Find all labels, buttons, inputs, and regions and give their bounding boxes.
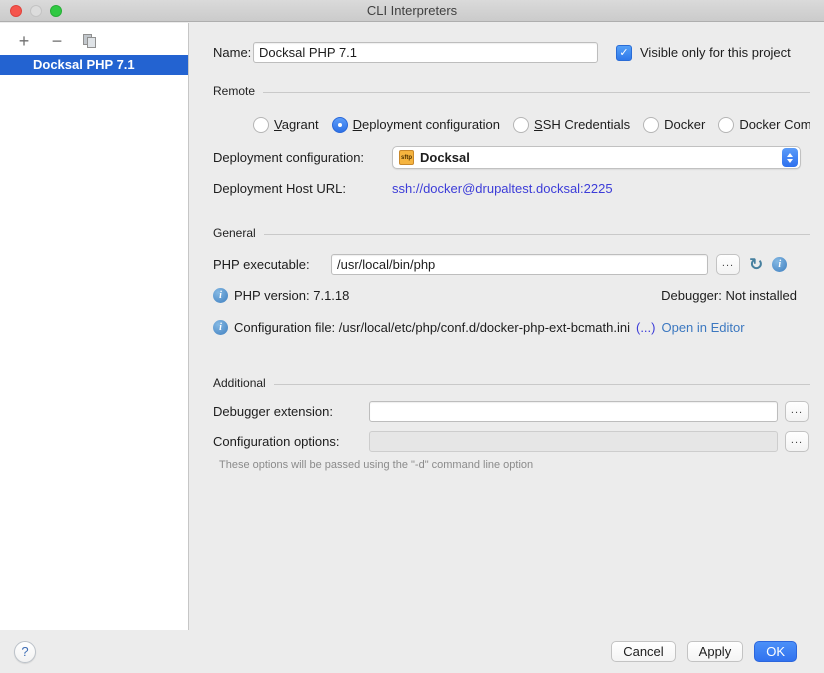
ok-button[interactable]: OK	[754, 641, 797, 662]
deployment-host-url-link[interactable]: ssh://docker@drupaltest.docksal:2225	[392, 181, 613, 196]
radio-docker-compose[interactable]: Docker Compose	[718, 117, 810, 133]
section-divider	[274, 384, 810, 385]
window-title: CLI Interpreters	[367, 3, 457, 18]
list-toolbar: + −	[0, 23, 188, 55]
section-divider	[264, 234, 810, 235]
debugger-status-text: Debugger: Not installed	[661, 288, 797, 303]
visible-only-label: Visible only for this project	[640, 45, 791, 60]
configuration-options-label: Configuration options:	[213, 434, 369, 449]
radio-selected-icon	[332, 117, 348, 133]
apply-button[interactable]: Apply	[687, 641, 744, 662]
remove-interpreter-button[interactable]: −	[49, 32, 65, 50]
copy-icon	[83, 34, 97, 49]
question-mark-icon: ?	[21, 644, 28, 659]
debugger-extension-input[interactable]	[369, 401, 778, 422]
interpreter-name: Docksal PHP 7.1	[33, 57, 135, 72]
configuration-options-browse-button[interactable]: ...	[785, 431, 809, 452]
radio-icon	[718, 117, 734, 133]
deployment-host-url-label: Deployment Host URL:	[213, 181, 392, 196]
info-icon: i	[213, 288, 228, 303]
dialog-footer: ? Cancel Apply OK	[0, 630, 824, 673]
zoom-window-icon[interactable]	[50, 5, 62, 17]
show-php-info-icon[interactable]: i	[772, 257, 787, 272]
plus-icon: +	[19, 33, 30, 49]
sftp-file-icon: sftp	[399, 150, 414, 165]
more-config-files-link[interactable]: (...)	[636, 320, 656, 335]
help-button[interactable]: ?	[14, 641, 36, 663]
name-input[interactable]	[253, 42, 598, 63]
name-label: Name:	[213, 45, 253, 60]
php-executable-input[interactable]	[331, 254, 708, 275]
deployment-configuration-label: Deployment configuration:	[213, 150, 392, 165]
radio-docker[interactable]: Docker	[643, 117, 705, 133]
additional-section-header: Additional	[213, 376, 810, 390]
debugger-extension-label: Debugger extension:	[213, 404, 369, 419]
copy-interpreter-button[interactable]	[82, 32, 98, 50]
section-divider	[263, 92, 810, 93]
radio-icon	[643, 117, 659, 133]
deployment-configuration-value: Docksal	[420, 150, 470, 165]
radio-icon	[513, 117, 529, 133]
radio-deployment-configuration[interactable]: Deployment configuration	[332, 117, 500, 133]
options-helper-text: These options will be passed using the "…	[219, 459, 810, 471]
chevron-down-icon	[787, 159, 793, 163]
chevron-up-icon	[787, 153, 793, 157]
minus-icon: −	[52, 33, 63, 49]
configuration-options-input	[369, 431, 778, 452]
combo-stepper[interactable]	[782, 148, 798, 167]
info-icon: i	[213, 320, 228, 335]
title-bar: CLI Interpreters	[0, 0, 824, 22]
remote-type-radio-group: Vagrant Deployment configuration SSH Cre…	[253, 116, 810, 133]
checkmark-icon: ✓	[619, 47, 628, 59]
deployment-configuration-select[interactable]: sftp Docksal	[392, 146, 801, 169]
debugger-extension-browse-button[interactable]: ...	[785, 401, 809, 422]
php-executable-browse-button[interactable]: ...	[716, 254, 740, 275]
close-window-icon[interactable]	[10, 5, 22, 17]
visible-only-checkbox[interactable]: ✓	[616, 45, 632, 61]
configuration-file-text: Configuration file: /usr/local/etc/php/c…	[234, 320, 630, 335]
reload-php-info-icon[interactable]: ↻	[749, 256, 763, 273]
minimize-window-icon	[30, 5, 42, 17]
remote-section-header: Remote	[213, 84, 810, 98]
list-item-interpreter[interactable]: Docksal PHP 7.1	[0, 55, 188, 75]
interpreter-list-panel: + − Docksal PHP 7.1	[0, 23, 189, 630]
cancel-button[interactable]: Cancel	[611, 641, 675, 662]
radio-ssh-credentials[interactable]: SSH Credentials	[513, 117, 630, 133]
php-executable-label: PHP executable:	[213, 257, 331, 272]
general-section-header: General	[213, 226, 810, 240]
add-interpreter-button[interactable]: +	[16, 32, 32, 50]
php-version-text: PHP version: 7.1.18	[234, 288, 349, 303]
radio-vagrant[interactable]: Vagrant	[253, 117, 319, 133]
open-in-editor-link[interactable]: Open in Editor	[661, 320, 744, 335]
radio-icon	[253, 117, 269, 133]
interpreter-settings-panel: Name: ✓ Visible only for this project Re…	[189, 22, 824, 630]
